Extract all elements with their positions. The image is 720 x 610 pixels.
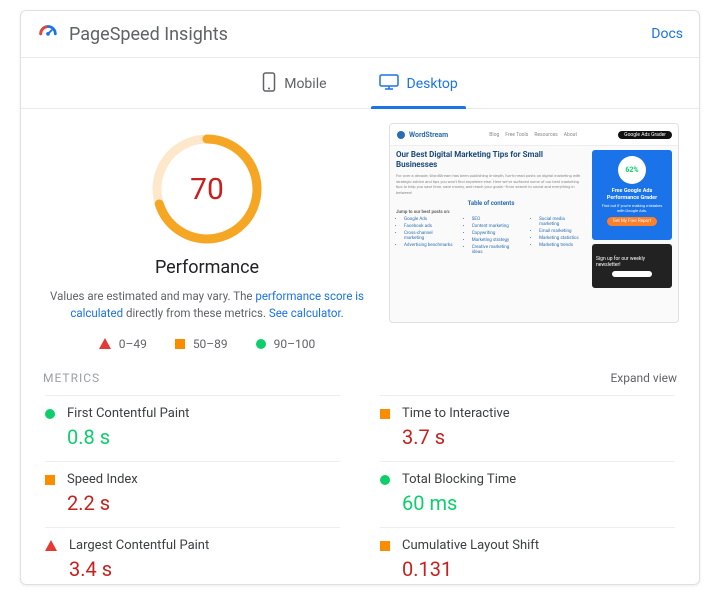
square-icon bbox=[175, 339, 185, 349]
thumb-newsletter-input bbox=[612, 271, 652, 277]
performance-description: Values are estimated and may vary. The p… bbox=[47, 288, 367, 323]
toc-item: Cross-channel marketing bbox=[404, 231, 454, 241]
metric-tbt-name: Total Blocking Time bbox=[402, 472, 516, 487]
thumb-cta: Google Ads Grader bbox=[618, 131, 672, 139]
metric-si: Speed Index 2.2 s bbox=[45, 461, 340, 515]
thumb-paragraph: For over a decade, WordStream has been p… bbox=[396, 173, 586, 195]
brand: PageSpeed Insights bbox=[37, 21, 228, 47]
score-legend: 0–49 50–89 90–100 bbox=[99, 337, 316, 351]
circle-icon bbox=[256, 339, 266, 349]
performance-gauge: 70 bbox=[147, 129, 267, 249]
thumb-promo-button: Get My Free Report bbox=[607, 217, 657, 226]
thumb-promo-title: Free Google Ads Performance Grader bbox=[598, 188, 666, 201]
metric-tbt: Total Blocking Time 60 ms bbox=[380, 461, 675, 515]
thumb-nav-4: About bbox=[564, 132, 577, 138]
toc-item: Email marketing bbox=[539, 229, 586, 234]
performance-column: 70 Performance Values are estimated and … bbox=[41, 123, 373, 351]
thumb-sidebar: 62% Free Google Ads Performance Grader F… bbox=[592, 150, 672, 318]
thumb-nav: Blog Free Tools Resources About bbox=[489, 132, 577, 138]
toc-item: Advertising benchmarks bbox=[404, 243, 454, 248]
legend-average-range: 50–89 bbox=[193, 337, 228, 351]
metrics-grid: First Contentful Paint 0.8 s Time to Int… bbox=[21, 387, 699, 586]
tab-mobile-label: Mobile bbox=[284, 76, 326, 92]
thumb-newsletter-text: Sign up for our weekly newsletter! bbox=[596, 256, 668, 268]
metric-tti-name: Time to Interactive bbox=[402, 406, 510, 421]
metrics-title: METRICS bbox=[43, 371, 100, 385]
metric-fcp-name: First Contentful Paint bbox=[67, 406, 189, 421]
thumb-toc-jump: Jump to our best posts on: bbox=[396, 210, 586, 215]
metric-cls-name: Cumulative Layout Shift bbox=[402, 538, 539, 553]
toc-item: Copywriting bbox=[472, 231, 521, 236]
performance-score: 70 bbox=[147, 129, 267, 249]
triangle-icon bbox=[45, 540, 57, 551]
toc-item: Google Ads bbox=[404, 217, 454, 222]
metric-lcp-name: Largest Contentful Paint bbox=[69, 538, 209, 553]
square-icon bbox=[380, 409, 390, 419]
thumb-header: WordStream Blog Free Tools Resources Abo… bbox=[390, 124, 678, 146]
square-icon bbox=[380, 541, 390, 551]
metric-cls: Cumulative Layout Shift 0.131 bbox=[380, 527, 675, 581]
toc-item: Facebook ads bbox=[404, 224, 454, 229]
thumb-promo-sub: Find out if you're making mistakes with … bbox=[598, 203, 666, 213]
thumb-toc-title: Table of contents bbox=[396, 200, 586, 207]
app-title: PageSpeed Insights bbox=[69, 24, 228, 45]
summary-area: 70 Performance Values are estimated and … bbox=[21, 109, 699, 357]
toc-item: Social media marketing bbox=[539, 217, 586, 227]
desktop-icon bbox=[379, 74, 399, 94]
tab-mobile[interactable]: Mobile bbox=[250, 62, 338, 108]
metric-lcp-value: 3.4 s bbox=[69, 557, 209, 581]
metric-tti-value: 3.7 s bbox=[402, 425, 510, 449]
legend-poor: 0–49 bbox=[99, 337, 147, 351]
metric-tti: Time to Interactive 3.7 s bbox=[380, 395, 675, 449]
toc-item: Marketing statistics bbox=[539, 236, 586, 241]
pagespeed-logo-icon bbox=[37, 21, 59, 47]
metrics-header: METRICS Expand view bbox=[21, 357, 699, 387]
performance-label: Performance bbox=[155, 257, 259, 278]
see-calculator-link[interactable]: See calculator. bbox=[269, 306, 344, 320]
desc-text-2: directly from these metrics. bbox=[123, 306, 269, 320]
expand-view-link[interactable]: Expand view bbox=[610, 371, 677, 385]
legend-poor-range: 0–49 bbox=[119, 337, 147, 351]
thumb-newsletter-card: Sign up for our weekly newsletter! bbox=[592, 244, 672, 288]
thumb-promo-gauge: 62% bbox=[618, 156, 646, 184]
thumb-headline: Our Best Digital Marketing Tips for Smal… bbox=[396, 150, 586, 169]
metric-tbt-value: 60 ms bbox=[402, 491, 516, 515]
desc-text-1: Values are estimated and may vary. The bbox=[50, 289, 255, 303]
thumb-nav-1: Blog bbox=[489, 132, 499, 138]
toc-item: Marketing strategy bbox=[472, 238, 521, 243]
square-icon bbox=[45, 475, 55, 485]
circle-icon bbox=[45, 409, 55, 419]
metric-si-name: Speed Index bbox=[67, 472, 138, 487]
metric-si-value: 2.2 s bbox=[67, 491, 138, 515]
header: PageSpeed Insights Docs bbox=[21, 11, 699, 58]
thumb-promo-card: 62% Free Google Ads Performance Grader F… bbox=[592, 150, 672, 240]
app-frame: PageSpeed Insights Docs Mobile Desktop bbox=[20, 10, 700, 585]
metric-lcp: Largest Contentful Paint 3.4 s bbox=[45, 527, 340, 581]
thumb-brand: WordStream bbox=[409, 131, 448, 139]
tab-desktop-label: Desktop bbox=[407, 76, 458, 92]
legend-average: 50–89 bbox=[175, 337, 228, 351]
toc-item: Creative marketing ideas bbox=[472, 245, 521, 255]
toc-item: Content marketing bbox=[472, 224, 521, 229]
thumb-logo: WordStream bbox=[396, 130, 448, 140]
thumb-nav-3: Resources bbox=[534, 132, 557, 138]
docs-link[interactable]: Docs bbox=[651, 26, 683, 42]
toc-item: Marketing trends bbox=[539, 243, 586, 248]
thumb-nav-2: Free Tools bbox=[505, 132, 528, 138]
thumb-body: Our Best Digital Marketing Tips for Smal… bbox=[390, 146, 678, 322]
page-thumbnail: WordStream Blog Free Tools Resources Abo… bbox=[389, 123, 679, 323]
toc-item: SEO bbox=[472, 217, 521, 222]
legend-good-range: 90–100 bbox=[274, 337, 316, 351]
metric-fcp: First Contentful Paint 0.8 s bbox=[45, 395, 340, 449]
legend-good: 90–100 bbox=[256, 337, 316, 351]
device-tabs: Mobile Desktop bbox=[21, 58, 699, 109]
thumb-toc: Google Ads Facebook ads Cross-channel ma… bbox=[396, 217, 586, 257]
circle-icon bbox=[380, 475, 390, 485]
triangle-icon bbox=[99, 338, 111, 349]
metric-cls-value: 0.131 bbox=[402, 557, 539, 581]
metric-fcp-value: 0.8 s bbox=[67, 425, 189, 449]
thumb-main: Our Best Digital Marketing Tips for Smal… bbox=[396, 150, 586, 318]
tab-desktop[interactable]: Desktop bbox=[367, 62, 470, 108]
mobile-icon bbox=[262, 72, 276, 96]
